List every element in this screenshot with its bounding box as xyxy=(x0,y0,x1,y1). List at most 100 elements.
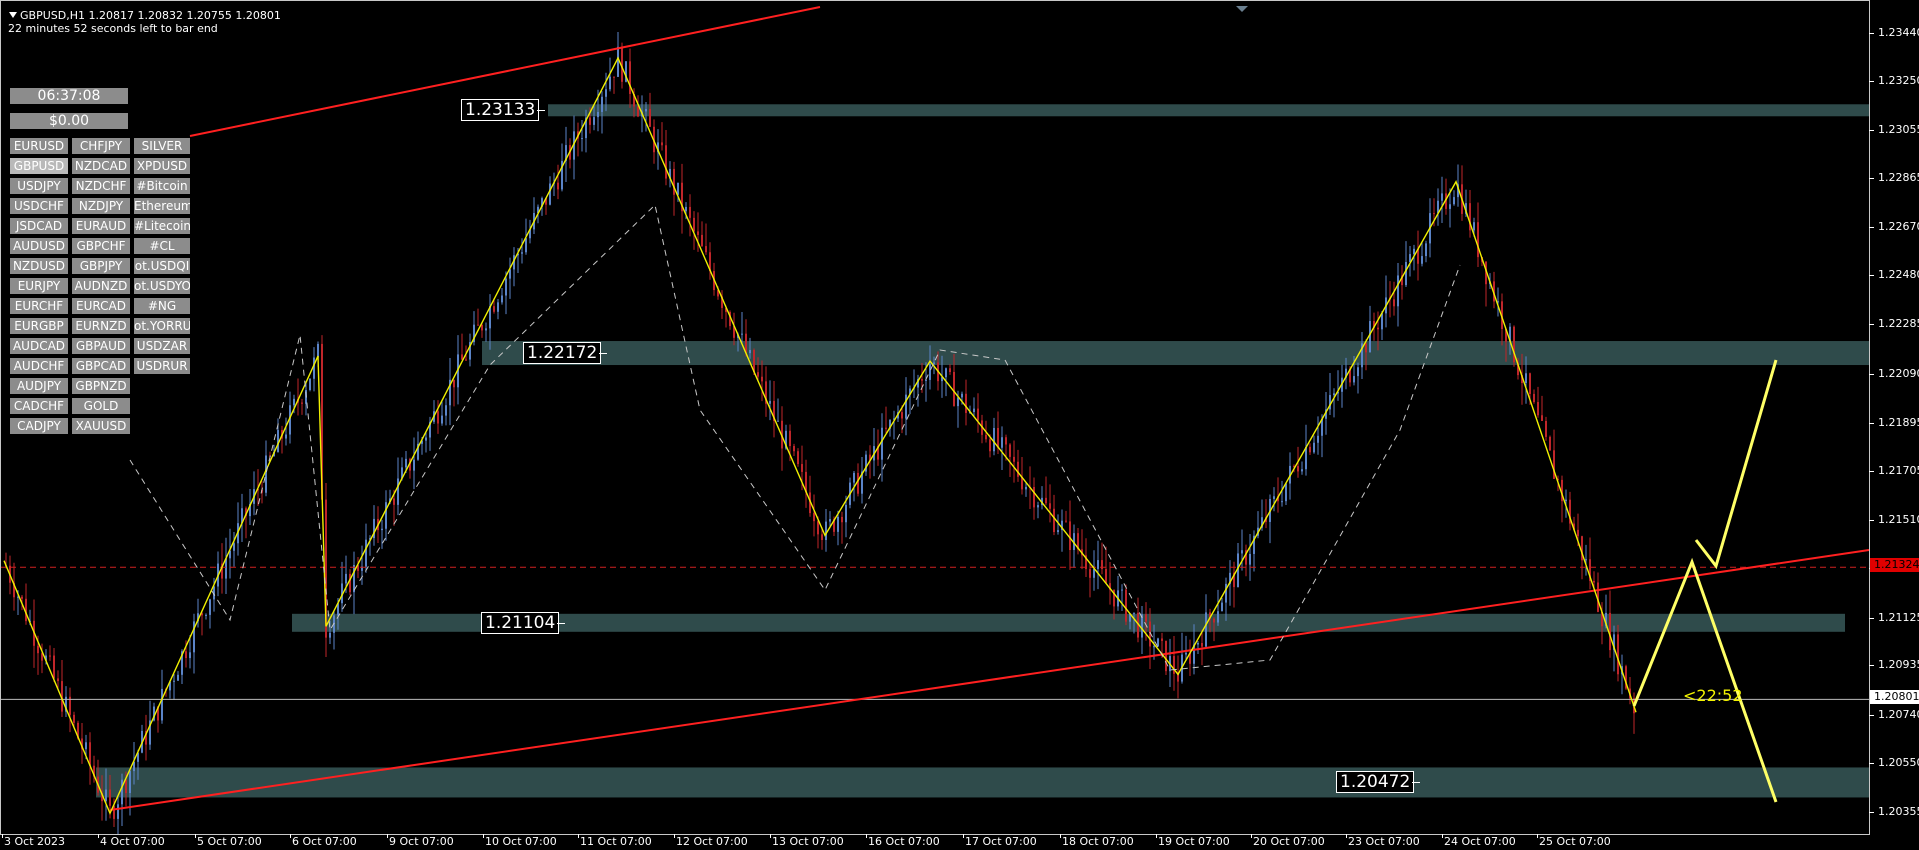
price-tick-mark xyxy=(1869,423,1874,424)
symbol-button[interactable]: AUDCAD xyxy=(10,338,68,354)
symbol-button[interactable]: CHFJPY xyxy=(72,138,130,154)
candle-body xyxy=(1425,243,1427,257)
symbol-button[interactable]: #CL xyxy=(134,238,190,254)
candle-body xyxy=(677,182,679,195)
candle-body xyxy=(1105,569,1107,584)
date-tick-mark xyxy=(866,834,867,838)
scroll-marker-icon[interactable] xyxy=(1236,6,1248,12)
candle-body xyxy=(693,217,695,232)
candle-body xyxy=(1281,501,1283,503)
candle-body xyxy=(1357,367,1359,377)
symbol-button[interactable]: CADCHF xyxy=(10,398,68,414)
candle-body xyxy=(57,678,59,682)
symbol-button[interactable]: AUDUSD xyxy=(10,238,68,254)
date-tick-label: 12 Oct 07:00 xyxy=(676,835,748,848)
symbol-button[interactable]: GBPAUD xyxy=(72,338,130,354)
symbol-button[interactable]: GBPCAD xyxy=(72,358,130,374)
symbol-button[interactable]: Ethereum xyxy=(134,198,190,214)
symbol-button[interactable]: ot.YORRU xyxy=(134,318,190,334)
candle-body xyxy=(581,138,583,140)
candle-body xyxy=(557,182,559,190)
candle-body xyxy=(113,805,115,819)
candle-body xyxy=(1525,373,1527,383)
date-tick-label: 9 Oct 07:00 xyxy=(389,835,454,848)
candle-body xyxy=(549,183,551,205)
candle-body xyxy=(1441,193,1443,201)
symbol-button[interactable]: XPDUSD xyxy=(134,158,190,174)
symbol-button[interactable]: ot.USDYO xyxy=(134,278,190,294)
price-tick-mark xyxy=(1869,617,1874,619)
symbol-button[interactable]: GBPUSD xyxy=(10,158,68,174)
candle-body xyxy=(761,376,763,382)
symbol-button[interactable]: USDCHF xyxy=(10,198,68,214)
symbol-button[interactable]: EURJPY xyxy=(10,278,68,294)
price-tick-mark xyxy=(1869,227,1874,229)
symbol-button[interactable]: ot.USDQI xyxy=(134,258,190,274)
chevron-down-icon[interactable] xyxy=(9,12,17,18)
candle-body xyxy=(1333,393,1335,396)
symbol-button[interactable]: NZDJPY xyxy=(72,198,130,214)
candle-body xyxy=(609,76,611,90)
candle-body xyxy=(445,405,447,416)
symbol-button[interactable]: EURNZD xyxy=(72,318,130,334)
candle-body xyxy=(589,117,591,125)
symbol-button[interactable]: USDZAR xyxy=(134,338,190,354)
symbol-button[interactable]: SILVER xyxy=(134,138,190,154)
symbol-button[interactable]: XAUUSD xyxy=(72,418,130,434)
symbol-button[interactable]: GBPJPY xyxy=(72,258,130,274)
symbol-button[interactable]: NZDUSD xyxy=(10,258,68,274)
candle-body xyxy=(1097,560,1099,569)
symbol-button[interactable]: GOLD xyxy=(72,398,130,414)
candle-body xyxy=(685,206,687,212)
symbol-button[interactable]: NZDCHF xyxy=(72,178,130,194)
price-tick-label: 1.21510 xyxy=(1878,513,1919,527)
candle-body xyxy=(161,688,163,721)
symbol-button[interactable]: EURAUD xyxy=(72,218,130,234)
symbol-button[interactable]: USDJPY xyxy=(10,178,68,194)
candle-body xyxy=(1413,248,1415,255)
candle-body xyxy=(1217,611,1219,623)
price-chart[interactable] xyxy=(0,0,1919,850)
symbol-button[interactable]: #NG xyxy=(134,298,190,314)
price-tick-label: 1.21895 xyxy=(1878,416,1919,429)
symbol-button[interactable]: EURCHF xyxy=(10,298,68,314)
symbol-button[interactable]: #Litecoin xyxy=(134,218,190,234)
symbol-button[interactable]: #Bitcoin xyxy=(134,178,190,194)
candle-body xyxy=(949,368,951,372)
symbol-button[interactable]: EURGBP xyxy=(10,318,68,334)
candle-body xyxy=(21,596,23,599)
candle-body xyxy=(1541,415,1543,421)
clock-display: 06:37:08 xyxy=(10,88,128,104)
candle-body xyxy=(993,427,995,452)
price-tick-label: 1.20550 xyxy=(1878,755,1919,769)
candle-body xyxy=(1353,376,1355,383)
candle-body xyxy=(177,674,179,681)
candle-body xyxy=(397,478,399,505)
symbol-button[interactable]: USDRUR xyxy=(134,358,190,374)
candle-body xyxy=(617,46,619,77)
symbol-button[interactable]: JSDCAD xyxy=(10,218,68,234)
candle-body xyxy=(209,599,211,615)
symbol-button[interactable]: AUDJPY xyxy=(10,378,68,394)
symbol-button[interactable]: GBPCHF xyxy=(72,238,130,254)
date-tick-mark xyxy=(578,834,579,838)
symbol-button[interactable]: EURCAD xyxy=(72,298,130,314)
symbol-button[interactable]: NZDCAD xyxy=(72,158,130,174)
symbol-button[interactable]: GBPNZD xyxy=(72,378,130,394)
candle-body xyxy=(997,427,999,448)
symbol-button[interactable]: CADJPY xyxy=(10,418,68,434)
candle-body xyxy=(1397,275,1399,307)
candle-body xyxy=(1145,614,1147,622)
candle-body xyxy=(829,519,831,522)
chart-window[interactable]: GBPUSD,H1 1.20817 1.20832 1.20755 1.2080… xyxy=(0,0,1919,850)
date-tick-mark xyxy=(483,834,484,838)
symbol-button[interactable]: AUDNZD xyxy=(72,278,130,294)
balance-display: $0.00 xyxy=(10,113,128,129)
symbol-button[interactable]: EURUSD xyxy=(10,138,68,154)
candle-body xyxy=(121,779,123,805)
date-tick-mark xyxy=(1537,834,1538,838)
date-tick-label: 5 Oct 07:00 xyxy=(197,835,262,848)
candle-body xyxy=(73,714,75,723)
symbol-button[interactable]: AUDCHF xyxy=(10,358,68,374)
candle-body xyxy=(1585,559,1587,561)
